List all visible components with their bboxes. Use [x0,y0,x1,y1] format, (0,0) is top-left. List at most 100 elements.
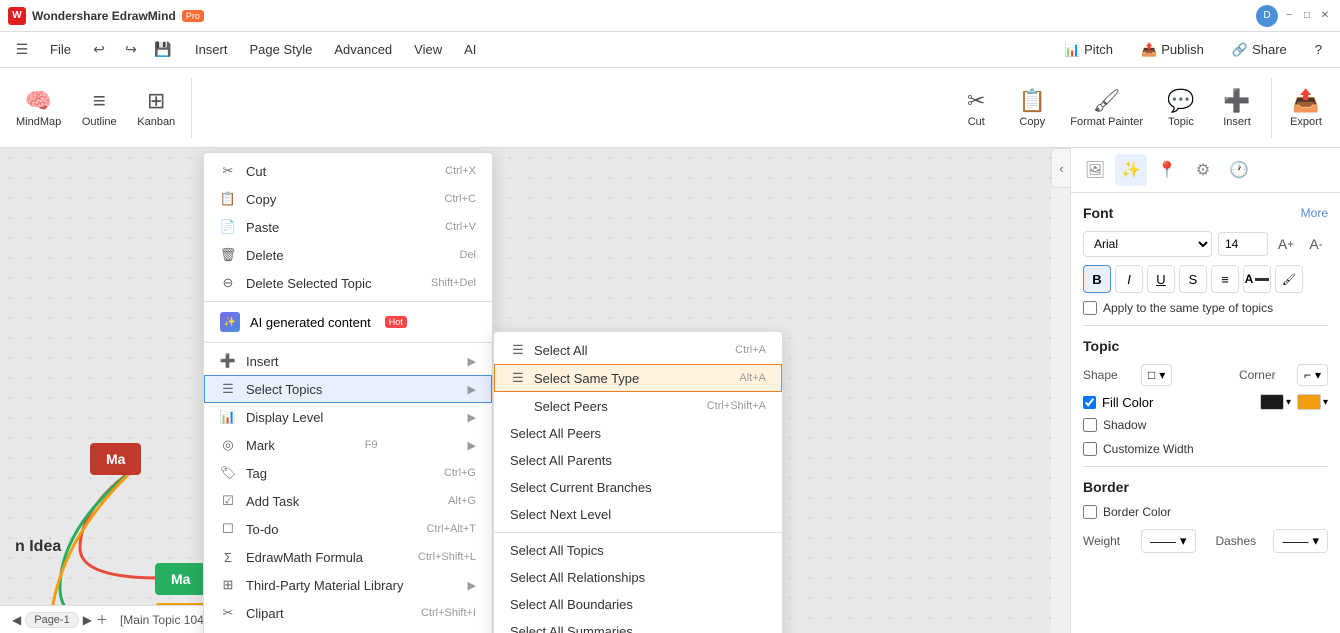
toolbar-copy[interactable]: 📋 Copy [1006,84,1058,132]
fill-color-orange-group[interactable]: ▾ [1297,394,1328,410]
submenu-select-peers[interactable]: Select Peers Ctrl+Shift+A [494,392,782,420]
ctx-edrawmath-label: EdrawMath Formula [246,550,363,565]
menu-view[interactable]: View [404,38,452,61]
insert-arrow: ▶ [468,355,476,368]
ctx-ai-item[interactable]: ✨ AI generated content Hot [204,306,492,338]
pitch-button[interactable]: 📊 Pitch [1054,38,1123,62]
toolbar-format-painter[interactable]: 🖌 Format Painter [1062,84,1151,132]
fill-color-checkbox[interactable] [1083,396,1096,409]
border-color-checkbox[interactable] [1083,505,1097,519]
menu-page-style[interactable]: Page Style [239,38,322,61]
ctx-todo[interactable]: ☐ To-do Ctrl+Alt+T [204,515,492,543]
submenu-select-all-parents[interactable]: Select All Parents [494,447,782,474]
submenu-select-current-branches[interactable]: Select Current Branches [494,474,782,501]
apply-same-type-checkbox[interactable] [1083,301,1097,315]
highlight-color-button[interactable]: 🖌 [1275,265,1303,293]
right-tab-settings[interactable]: ⚙ [1187,154,1219,186]
font-shrink-button[interactable]: A- [1304,232,1328,256]
help-button[interactable]: ? [1305,38,1332,61]
customize-width-checkbox[interactable] [1083,442,1097,456]
publish-button[interactable]: 📤 Publish [1131,38,1214,62]
panel-toggle-button[interactable]: ‹ [1051,148,1071,188]
border-color-label: Border Color [1103,505,1171,519]
undo-button[interactable]: ↩ [85,36,113,64]
ctx-edrawmath[interactable]: Σ EdrawMath Formula Ctrl+Shift+L [204,543,492,571]
font-color-bar [1255,278,1269,281]
toolbar-mindmap[interactable]: 🧠 MindMap [8,84,69,132]
shape-picker[interactable]: □ ▾ [1141,364,1172,386]
ctx-clipart[interactable]: ✂ Clipart Ctrl+Shift+I [204,599,492,627]
close-button[interactable]: ✕ [1318,9,1332,23]
fill-color-row: Fill Color ▾ ▾ [1083,394,1328,410]
submenu-select-all-summaries[interactable]: Select All Summaries [494,618,782,633]
right-tab-sparkle[interactable]: ✨ [1115,154,1147,186]
page-indicator[interactable]: ◀ Page-1 ▶ ＋ [12,611,108,628]
page-add[interactable]: ＋ [96,611,108,628]
underline-button[interactable]: U [1147,265,1175,293]
sub-node-1[interactable]: Ma [155,563,206,595]
ctx-delete[interactable]: 🗑 Delete Del [204,241,492,269]
shape-row: Shape □ ▾ Corner ⌐ ▾ [1083,364,1328,386]
submenu-select-all[interactable]: ☰ Select All Ctrl+A [494,336,782,364]
ctx-delete-selected[interactable]: ⊖ Delete Selected Topic Shift+Del [204,269,492,297]
redo-button[interactable]: ↪ [117,36,145,64]
strikethrough-button[interactable]: S [1179,265,1207,293]
submenu-select-next-level[interactable]: Select Next Level [494,501,782,528]
toolbar-cut[interactable]: ✂ Cut [950,84,1002,132]
weight-picker[interactable]: —— ▾ [1141,529,1196,553]
submenu-select-all-relationships[interactable]: Select All Relationships [494,564,782,591]
toolbar-insert[interactable]: ➕ Insert [1211,84,1263,132]
bold-button[interactable]: B [1083,265,1111,293]
right-tab-history[interactable]: 🕐 [1223,154,1255,186]
font-grow-button[interactable]: A+ [1274,232,1298,256]
fill-color-swatch-group[interactable]: ▾ [1260,394,1291,410]
font-color-button[interactable]: A [1243,265,1271,293]
dashes-picker[interactable]: —— ▾ [1273,529,1328,553]
maximize-button[interactable]: □ [1300,9,1314,23]
customize-width-row: Customize Width [1083,442,1328,456]
ctx-mark[interactable]: ◎ Mark F9 ▶ [204,431,492,459]
ctx-cut[interactable]: ✂ Cut Ctrl+X [204,157,492,185]
canvas-area[interactable]: Ma n Idea Ma Ma e ✂ Cut Ctrl+X 📋 Copy [0,148,1051,633]
user-avatar[interactable]: D [1256,5,1278,27]
menu-insert[interactable]: Insert [185,38,238,61]
font-section-header: Font More [1083,205,1328,221]
toolbar-kanban[interactable]: ⊞ Kanban [129,84,183,132]
file-menu[interactable]: File [40,38,81,61]
font-more-button[interactable]: More [1301,206,1328,220]
ctx-display-level[interactable]: 📊 Display Level ▶ [204,403,492,431]
ctx-copy[interactable]: 📋 Copy Ctrl+C [204,185,492,213]
share-button[interactable]: 🔗 Share [1222,38,1297,62]
align-button[interactable]: ≡ [1211,265,1239,293]
italic-button[interactable]: I [1115,265,1143,293]
corner-label: Corner [1239,368,1289,382]
menu-ai[interactable]: AI [454,38,486,61]
menu-advanced[interactable]: Advanced [324,38,402,61]
font-family-select[interactable]: Arial [1083,231,1212,257]
shadow-checkbox[interactable] [1083,418,1097,432]
ctx-picture[interactable]: 🖼 Picture Ctrl+Shift+P [204,627,492,633]
submenu-select-same-type[interactable]: ☰ Select Same Type Alt+A [494,364,782,392]
submenu-select-all-peers[interactable]: Select All Peers [494,420,782,447]
ctx-select-topics[interactable]: ☰ Select Topics ▶ [204,375,492,403]
corner-picker[interactable]: ⌐ ▾ [1297,364,1328,386]
select-peers-icon [510,398,526,414]
ctx-insert[interactable]: ➕ Insert ▶ [204,347,492,375]
submenu-select-all-boundaries[interactable]: Select All Boundaries [494,591,782,618]
submenu-select-all-topics[interactable]: Select All Topics [494,537,782,564]
sidebar-toggle-icon[interactable]: ☰ [8,36,36,64]
main-node[interactable]: Ma [90,443,141,475]
font-size-input[interactable] [1218,232,1268,256]
toolbar-outline[interactable]: ≡ Outline [73,84,125,132]
right-tab-image[interactable]: 🖼 [1079,154,1111,186]
ctx-tag[interactable]: 🏷 Tag Ctrl+G [204,459,492,487]
save-icon[interactable]: 💾 [149,36,177,64]
ctx-paste[interactable]: 📄 Paste Ctrl+V [204,213,492,241]
ctx-third-party[interactable]: ⊞ Third-Party Material Library ▶ [204,571,492,599]
outline-icon: ≡ [93,88,106,114]
toolbar-export[interactable]: 📤 Export [1280,84,1332,132]
toolbar-topic[interactable]: 💬 Topic [1155,84,1207,132]
ctx-add-task[interactable]: ☑ Add Task Alt+G [204,487,492,515]
right-tab-location[interactable]: 📍 [1151,154,1183,186]
minimize-button[interactable]: − [1282,9,1296,23]
